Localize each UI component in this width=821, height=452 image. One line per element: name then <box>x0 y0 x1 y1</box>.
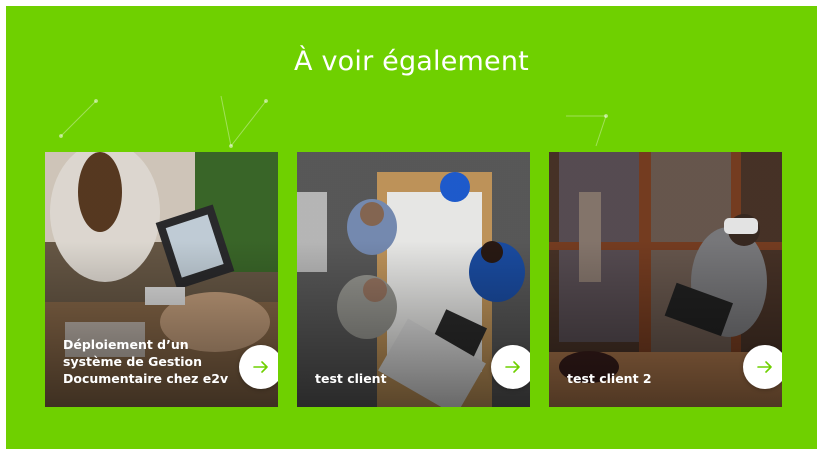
related-card-1[interactable]: Déploiement d’un système de Gestion Docu… <box>45 152 278 407</box>
arrow-right-icon <box>505 361 520 373</box>
card-1-arrow-button[interactable] <box>239 345 278 389</box>
card-3-arrow-button[interactable] <box>743 345 782 389</box>
related-card-3[interactable]: test client 2 <box>549 152 782 407</box>
card-1-title[interactable]: Déploiement d’un système de Gestion Docu… <box>63 336 238 387</box>
section-title: À voir également <box>294 46 529 77</box>
card-2-arrow-button[interactable] <box>491 345 530 389</box>
arrow-right-icon <box>757 361 772 373</box>
card-2-title[interactable]: test client <box>315 370 490 387</box>
related-content-section: À voir également Déploiement d’un systèm… <box>6 6 817 449</box>
arrow-right-icon <box>253 361 268 373</box>
related-card-2[interactable]: test client <box>297 152 530 407</box>
card-3-title[interactable]: test client 2 <box>567 370 742 387</box>
